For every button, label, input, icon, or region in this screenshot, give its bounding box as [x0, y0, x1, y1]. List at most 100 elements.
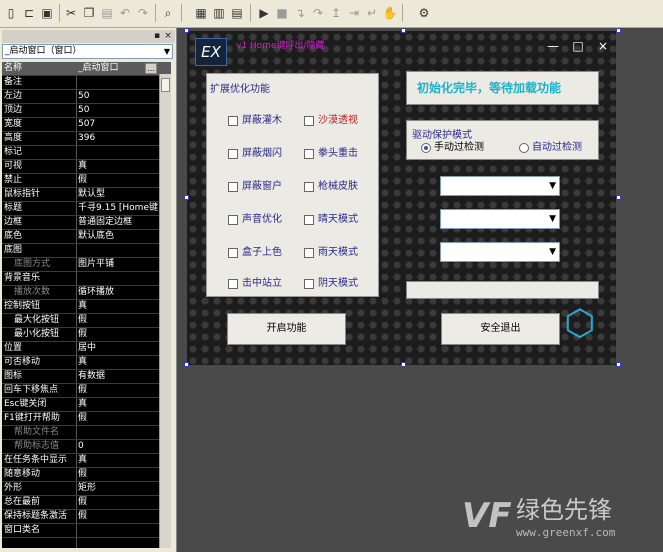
property-value[interactable]: 真: [78, 356, 171, 369]
checkbox[interactable]: [304, 116, 314, 126]
checkbox[interactable]: [304, 149, 314, 159]
resize-handle[interactable]: [616, 362, 621, 367]
checkbox[interactable]: [228, 279, 238, 289]
property-row[interactable]: 标题 千寻9.15 [Home键: [2, 202, 171, 216]
property-value[interactable]: 真: [78, 454, 171, 467]
property-value[interactable]: 假: [78, 328, 171, 341]
find-icon[interactable]: ⌕: [160, 5, 176, 21]
property-scrollbar[interactable]: [159, 74, 171, 548]
property-row[interactable]: 底色 默认底色: [2, 230, 171, 244]
save-icon[interactable]: ▣: [39, 5, 55, 21]
property-row[interactable]: 鼠标指针 默认型: [2, 188, 171, 202]
checkbox[interactable]: [304, 279, 314, 289]
start-button[interactable]: 开启功能: [227, 313, 346, 345]
property-value[interactable]: 矩形: [78, 482, 171, 495]
property-value[interactable]: _启动窗口: [78, 62, 171, 75]
layout-icon[interactable]: ▦: [193, 5, 209, 21]
property-row[interactable]: 高度 396: [2, 132, 171, 146]
property-row[interactable]: 左边 50: [2, 90, 171, 104]
property-row[interactable]: F1键打开帮助 假: [2, 412, 171, 426]
property-row[interactable]: 可视 真: [2, 160, 171, 174]
dropdown-3[interactable]: ▼: [440, 242, 560, 262]
text-box[interactable]: [406, 281, 599, 299]
property-row[interactable]: 图标 有数据: [2, 370, 171, 384]
property-value[interactable]: 50: [78, 104, 171, 117]
property-value[interactable]: 假: [78, 412, 171, 425]
component-icon[interactable]: ⚙: [416, 5, 432, 21]
checkbox[interactable]: [228, 182, 238, 192]
property-row[interactable]: 最大化按钮 假: [2, 314, 171, 328]
run-to-cursor-icon[interactable]: ⇥: [346, 5, 362, 21]
property-value[interactable]: 千寻9.15 [Home键: [78, 202, 171, 215]
checkbox[interactable]: [228, 248, 238, 258]
property-row[interactable]: 位置 居中: [2, 342, 171, 356]
close-button[interactable]: ×: [596, 39, 610, 53]
resize-handle[interactable]: [184, 195, 189, 200]
resize-handle[interactable]: [616, 28, 621, 33]
property-row[interactable]: 在任务条中显示真: [2, 454, 171, 468]
property-row[interactable]: 底图方式 图片平铺: [2, 258, 171, 272]
resize-handle[interactable]: [401, 362, 406, 367]
property-value[interactable]: 50: [78, 90, 171, 103]
property-value[interactable]: 507: [78, 118, 171, 131]
resize-handle[interactable]: [401, 28, 406, 33]
property-value[interactable]: 真: [78, 398, 171, 411]
maximize-button[interactable]: □: [571, 39, 585, 53]
undo-icon[interactable]: ↶: [117, 5, 133, 21]
resize-handle[interactable]: [184, 362, 189, 367]
pin-icon[interactable]: ▪: [152, 31, 162, 42]
property-row[interactable]: 备注: [2, 76, 171, 90]
property-row[interactable]: 最小化按钮 假: [2, 328, 171, 342]
layout-split-icon[interactable]: ▥: [211, 5, 227, 21]
step-into-icon[interactable]: ↴: [292, 5, 308, 21]
layout-rows-icon[interactable]: ▤: [229, 5, 245, 21]
exit-button[interactable]: 安全退出: [441, 313, 560, 345]
checkbox[interactable]: [304, 215, 314, 225]
dropdown-2[interactable]: ▼: [440, 209, 560, 229]
checkbox[interactable]: [228, 116, 238, 126]
resize-handle[interactable]: [184, 28, 189, 33]
redo-icon[interactable]: ↷: [135, 5, 151, 21]
property-row[interactable]: 保持标题条激活假: [2, 510, 171, 524]
property-row[interactable]: 底图: [2, 244, 171, 258]
paste-icon[interactable]: ▤: [99, 5, 115, 21]
property-row[interactable]: 宽度 507: [2, 118, 171, 132]
object-selector[interactable]: _启动窗口（窗口） ▼: [2, 44, 173, 59]
dropdown-1[interactable]: ▼: [440, 176, 560, 196]
property-value[interactable]: 真: [78, 160, 171, 173]
run-icon[interactable]: ▶: [256, 5, 272, 21]
scrollbar-thumb[interactable]: [161, 78, 170, 92]
stop-icon[interactable]: ■: [274, 5, 290, 21]
property-row[interactable]: 帮助文件名: [2, 426, 171, 440]
property-row[interactable]: 禁止 假: [2, 174, 171, 188]
step-back-icon[interactable]: ↵: [364, 5, 380, 21]
property-value[interactable]: 有数据: [78, 370, 171, 383]
property-row[interactable]: 外形 矩形: [2, 482, 171, 496]
property-row[interactable]: Esc键关闭 真: [2, 398, 171, 412]
property-row[interactable]: 回车下移焦点 假: [2, 384, 171, 398]
open-folder-icon[interactable]: ⊏: [21, 5, 37, 21]
property-value[interactable]: 假: [78, 468, 171, 481]
property-value[interactable]: 默认型: [78, 188, 171, 201]
property-row[interactable]: 标记: [2, 146, 171, 160]
property-row[interactable]: 随意移动 假: [2, 468, 171, 482]
property-value[interactable]: 假: [78, 384, 171, 397]
cut-icon[interactable]: ✂: [63, 5, 79, 21]
property-value[interactable]: 假: [78, 510, 171, 523]
property-row[interactable]: 控制按钮 真: [2, 300, 171, 314]
property-row[interactable]: 背景音乐: [2, 272, 171, 286]
property-row[interactable]: 顶边 50: [2, 104, 171, 118]
property-row[interactable]: 窗口类名: [2, 524, 171, 538]
property-value[interactable]: 396: [78, 132, 171, 145]
copy-icon[interactable]: ❐: [81, 5, 97, 21]
radio-manual[interactable]: [421, 143, 431, 153]
property-row[interactable]: 边框 普通固定边框: [2, 216, 171, 230]
property-row[interactable]: 可否移动 真: [2, 356, 171, 370]
property-row[interactable]: 帮助标志值 0: [2, 440, 171, 454]
property-value[interactable]: 居中: [78, 342, 171, 355]
property-value[interactable]: 图片平铺: [78, 258, 171, 271]
property-row[interactable]: 播放次数 循环播放: [2, 286, 171, 300]
property-value[interactable]: 真: [78, 300, 171, 313]
property-value[interactable]: 普通固定边框: [78, 216, 171, 229]
property-value[interactable]: 假: [78, 174, 171, 187]
